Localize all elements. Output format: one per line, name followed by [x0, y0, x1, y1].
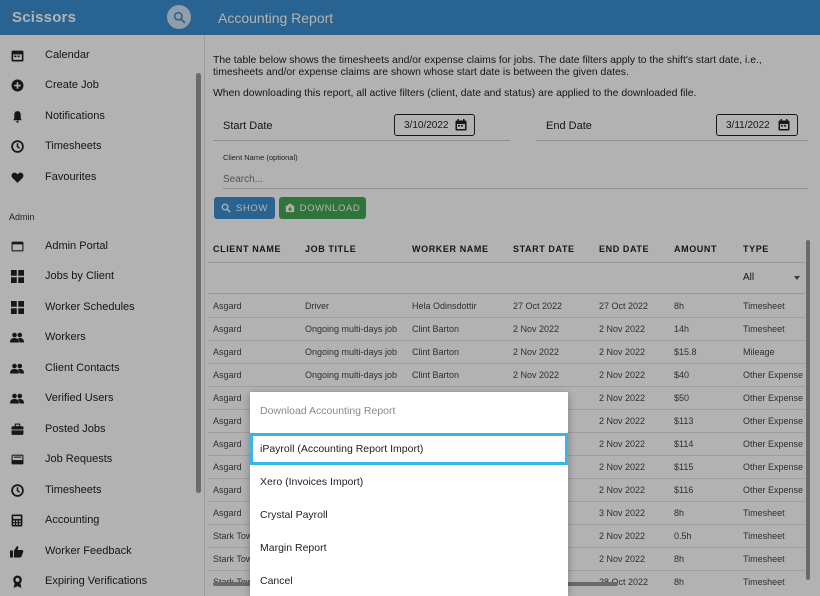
dialog-option-ipayroll-accounting-report-import[interactable]: iPayroll (Accounting Report Import) [250, 433, 568, 465]
dialog-option-margin-report[interactable]: Margin Report [250, 532, 568, 564]
dialog-option-xero-invoices-import[interactable]: Xero (Invoices Import) [250, 466, 568, 498]
download-report-dialog: Download Accounting Report iPayroll (Acc… [250, 392, 568, 596]
dialog-title: Download Accounting Report [260, 405, 396, 417]
dialog-option-cancel[interactable]: Cancel [250, 565, 568, 596]
dialog-option-crystal-payroll[interactable]: Crystal Payroll [250, 499, 568, 531]
